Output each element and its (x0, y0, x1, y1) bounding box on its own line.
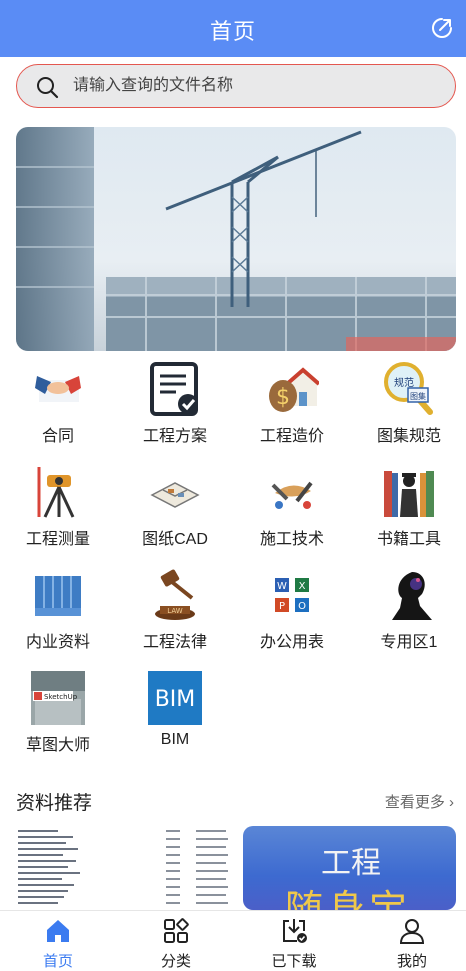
category-engineering-plan[interactable]: 工程方案 (117, 358, 233, 458)
share-icon[interactable] (430, 16, 454, 40)
handshake-icon (35, 376, 81, 402)
tab-profile[interactable]: 我的 (354, 911, 466, 971)
category-label: 书籍工具 (376, 531, 441, 548)
svg-text:X: X (299, 581, 306, 592)
category-special-zone[interactable]: 专用区1 (351, 564, 466, 664)
svg-text:LAW: LAW (167, 607, 182, 615)
surveying-tripod-icon (37, 467, 75, 518)
books-icon (384, 471, 434, 517)
recommend-item-card[interactable]: 工程 随身宝 (243, 826, 456, 910)
category-label: 工程方案 (142, 428, 207, 445)
tab-home[interactable]: 首页 (0, 911, 116, 971)
money-house-icon: $ (269, 367, 319, 412)
category-office-forms[interactable]: W X P O 办公用表 (234, 564, 350, 664)
bim-icon: BIM (148, 671, 202, 725)
category-label: 工程造价 (259, 428, 324, 445)
tab-category[interactable]: 分类 (118, 911, 234, 971)
category-label: BIM (160, 731, 190, 748)
tab-label: 首页 (42, 953, 73, 970)
gavel-icon: LAW (155, 569, 195, 620)
category-surveying[interactable]: 工程测量 (0, 461, 116, 561)
header-bar: 首页 (0, 0, 466, 57)
category-icon (164, 918, 189, 943)
category-label: 图纸CAD (142, 531, 208, 548)
home-icon (47, 920, 69, 942)
tab-downloaded[interactable]: 已下载 (236, 911, 352, 971)
tab-label: 已下载 (271, 953, 317, 970)
construction-crane-banner (16, 127, 456, 351)
search-icon (37, 77, 59, 99)
floorplan-icon (150, 482, 200, 508)
tab-label: 分类 (160, 953, 191, 970)
tools-icon (271, 481, 313, 509)
view-more-link[interactable]: 查看更多 › (385, 791, 454, 812)
category-atlas[interactable]: 规范 图集 图集规范 (351, 358, 466, 458)
svg-text:$: $ (276, 385, 290, 410)
search-input[interactable] (73, 65, 433, 106)
section-title: 资料推荐 (16, 793, 93, 814)
category-label: 图集规范 (376, 428, 441, 445)
category-sketchup[interactable]: SketchUp 草图大师 (0, 667, 116, 767)
search-bar[interactable] (16, 64, 456, 108)
binders-icon (35, 576, 81, 616)
sketchup-icon: SketchUp (31, 671, 85, 725)
category-label: 工程法律 (142, 634, 207, 651)
card-subtitle: 随身宝 (285, 887, 412, 910)
svg-text:BIM: BIM (155, 687, 196, 712)
category-label: 工程测量 (25, 531, 90, 548)
banner-image[interactable] (16, 127, 456, 351)
download-icon (283, 919, 307, 943)
bottom-tab-bar: 首页 分类 已下载 我的 (0, 910, 466, 971)
profile-icon (399, 919, 425, 944)
svg-text:W: W (277, 581, 287, 592)
category-construction-tech[interactable]: 施工技术 (234, 461, 350, 561)
page-title: 首页 (209, 19, 256, 44)
svg-text:图集: 图集 (410, 391, 426, 401)
category-contract[interactable]: 合同 (0, 358, 116, 458)
magnifier-atlas-icon: 规范 图集 (384, 362, 433, 415)
category-cost[interactable]: $ 工程造价 (234, 358, 350, 458)
document-thumbnail (18, 830, 228, 904)
category-bim[interactable]: BIM BIM (117, 667, 233, 767)
category-books[interactable]: 书籍工具 (351, 461, 466, 561)
svg-text:O: O (298, 601, 306, 612)
svg-text:SketchUp: SketchUp (44, 693, 78, 701)
office-apps-icon: W X P O (275, 578, 309, 612)
svg-text:规范: 规范 (394, 376, 414, 389)
category-internal-docs[interactable]: 内业资料 (0, 564, 116, 664)
category-cad[interactable]: 图纸CAD (117, 461, 233, 561)
category-label: 草图大师 (25, 737, 90, 754)
tab-label: 我的 (396, 953, 427, 970)
category-label: 合同 (41, 428, 74, 445)
category-label: 专用区1 (380, 634, 438, 651)
category-label: 办公用表 (259, 634, 324, 651)
document-check-icon (150, 362, 198, 416)
category-label: 内业资料 (25, 634, 90, 651)
recommend-item-document[interactable] (16, 826, 232, 910)
card-title: 工程 (321, 846, 381, 881)
silhouette-icon (382, 568, 436, 622)
category-law[interactable]: LAW 工程法律 (117, 564, 233, 664)
svg-text:P: P (279, 601, 285, 612)
category-label: 施工技术 (259, 531, 324, 548)
